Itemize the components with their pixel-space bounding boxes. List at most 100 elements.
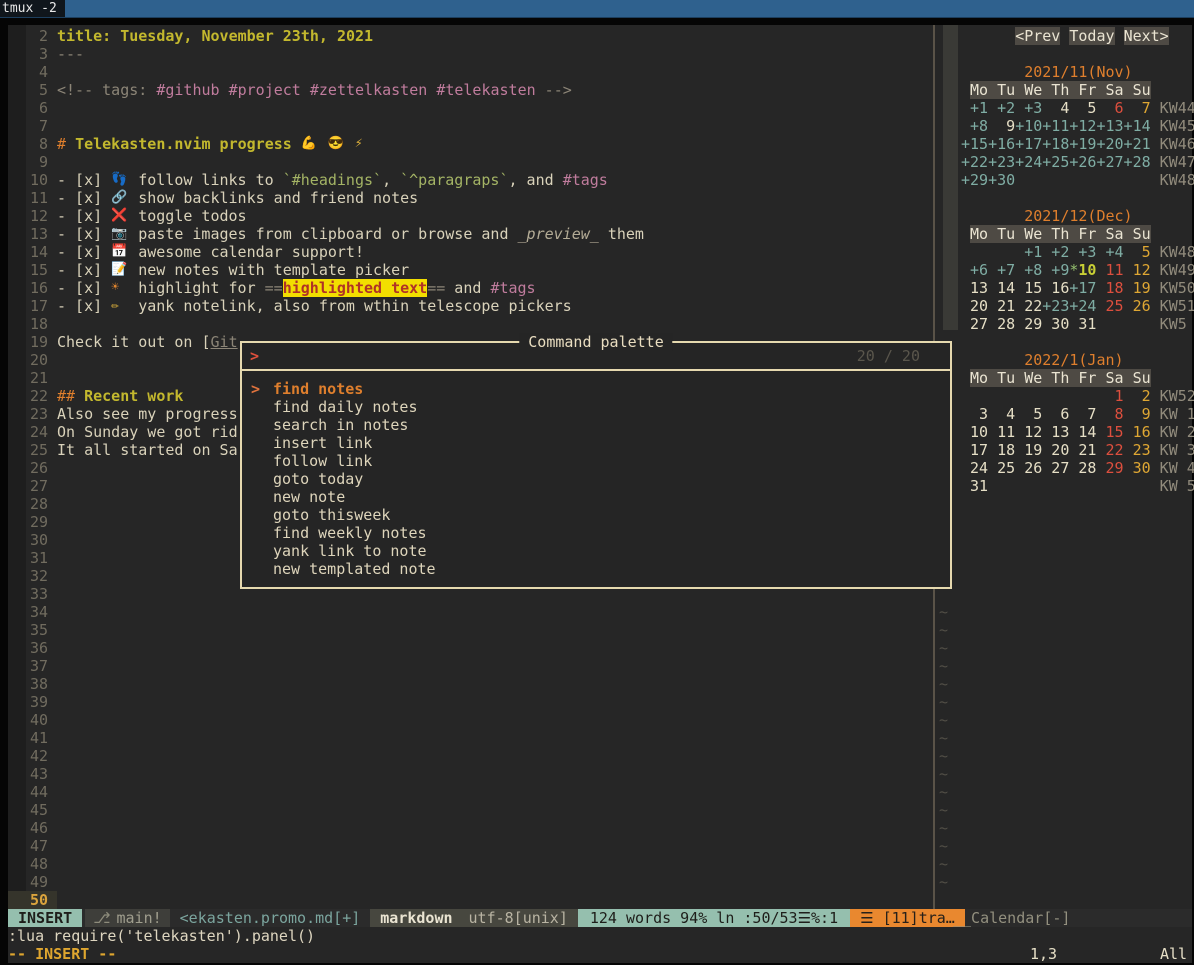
week-row[interactable]: 13 14 15 16+17 18 19 KW50 — [961, 279, 1194, 297]
calendar-day-saturday[interactable]: 8 — [1096, 405, 1123, 423]
calendar-day-saturday[interactable]: 18 — [1096, 279, 1123, 297]
editor-line[interactable]: 9 — [8, 153, 933, 171]
calendar-day-with-note[interactable]: +1 +2 +3 — [961, 99, 1042, 117]
palette-item[interactable]: >insert link — [246, 434, 950, 452]
palette-item[interactable]: >find notes — [246, 380, 950, 398]
palette-item[interactable]: >find daily notes — [246, 398, 950, 416]
calendar-scrollbar[interactable] — [943, 25, 958, 330]
palette-item[interactable]: >search in notes — [246, 416, 950, 434]
calendar-nav-button[interactable]: Next> — [1124, 27, 1169, 45]
week-row[interactable]: +6 +7 +8 +9*10 11 12 KW49 — [961, 261, 1194, 279]
editor-line[interactable]: 8# Telekasten.nvim progress 💪 😎 ⚡ — [8, 135, 933, 153]
calendar-day-saturday[interactable]: 29 — [1096, 459, 1123, 477]
week-row[interactable]: +1 +2 +3 +4 5 KW48 — [961, 243, 1194, 261]
palette-item[interactable]: >new note — [246, 488, 950, 506]
editor-line[interactable]: 45 — [8, 801, 933, 819]
calendar-today[interactable]: 10 — [1078, 261, 1096, 279]
editor-line[interactable]: 15- [x] 📝 new notes with template picker — [8, 261, 933, 279]
editor-line[interactable]: 18 — [8, 315, 933, 333]
calendar-day-saturday[interactable]: 6 — [1096, 99, 1123, 117]
editor-line[interactable]: 3--- — [8, 45, 933, 63]
calendar-day-sunday[interactable]: 7 — [1124, 99, 1151, 117]
editor-line[interactable]: 39 — [8, 693, 933, 711]
calendar-day-sunday[interactable]: 5 — [1124, 243, 1151, 261]
tag-link[interactable]: #project — [229, 81, 301, 99]
editor-line[interactable]: 44 — [8, 783, 933, 801]
calendar-day-saturday[interactable]: 22 — [1096, 441, 1123, 459]
calendar-day-sunday[interactable]: 12 — [1124, 261, 1151, 279]
editor-line[interactable]: 16- [x] ☀ highlight for ==highlighted te… — [8, 279, 933, 297]
calendar-day-sunday[interactable]: 23 — [1124, 441, 1151, 459]
calendar-day-sunday[interactable]: 19 — [1124, 279, 1151, 297]
editor-line[interactable]: 35 — [8, 621, 933, 639]
calendar-day-sunday[interactable]: 30 — [1124, 459, 1151, 477]
editor-line[interactable]: 4 — [8, 63, 933, 81]
week-row[interactable]: +1 +2 +3 4 5 6 7 KW44 — [961, 99, 1194, 117]
editor-line[interactable]: 49 — [8, 873, 933, 891]
week-row[interactable]: 17 18 19 20 21 22 23 KW 3 — [961, 441, 1194, 459]
calendar-day-sunday[interactable]: 2 — [1124, 387, 1151, 405]
week-row[interactable]: 1 2 KW52 — [961, 387, 1194, 405]
link[interactable]: Git — [211, 333, 238, 351]
calendar-day[interactable]: 4 5 — [1042, 99, 1096, 117]
editor-line[interactable]: 17- [x] ✏ yank notelink, also from wthin… — [8, 297, 933, 315]
palette-item[interactable]: >goto today — [246, 470, 950, 488]
editor-line[interactable]: 50 — [8, 891, 933, 909]
calendar-day-sunday[interactable]: 16 — [1124, 423, 1151, 441]
editor-line[interactable]: 46 — [8, 819, 933, 837]
calendar-nav-button[interactable]: Today — [1069, 27, 1114, 45]
palette-item[interactable]: >follow link — [246, 452, 950, 470]
editor-line[interactable]: 41 — [8, 729, 933, 747]
editor-line[interactable]: 34 — [8, 603, 933, 621]
tag-link[interactable]: #telekasten — [436, 81, 535, 99]
calendar-day-sunday[interactable]: 9 — [1124, 405, 1151, 423]
tag-link[interactable]: #zettelkasten — [310, 81, 427, 99]
editor-line[interactable]: 38 — [8, 675, 933, 693]
editor-line[interactable]: 36 — [8, 639, 933, 657]
calendar-day-with-note[interactable]: +17 — [1069, 279, 1096, 297]
editor-line[interactable]: 43 — [8, 765, 933, 783]
calendar-day[interactable]: 13 14 15 16 — [961, 279, 1069, 297]
week-row[interactable]: 20 21 22+23+24 25 26 KW51 — [961, 297, 1194, 315]
calendar-day-sunday[interactable]: 26 — [1124, 297, 1151, 315]
calendar-day-with-note[interactable]: +6 +7 +8 +9 — [961, 261, 1069, 279]
editor-line[interactable]: 14- [x] 📅 awesome calendar support! — [8, 243, 933, 261]
week-row[interactable]: +22+23+24+25+26+27+28 KW47 — [961, 153, 1194, 171]
week-row[interactable]: +15+16+17+18+19+20+21 KW46 — [961, 135, 1194, 153]
calendar-day-with-note[interactable]: +22+23+24+25+26+27+28 — [961, 153, 1151, 171]
week-row[interactable]: +29+30 KW48 — [961, 171, 1194, 189]
calendar-day-with-note[interactable]: +15+16+17+18+19+20+21 — [961, 135, 1151, 153]
calendar-day-with-note[interactable]: +29+30 — [961, 171, 1015, 189]
editor-line[interactable]: 42 — [8, 747, 933, 765]
editor-line[interactable]: 2title: Tuesday, November 23th, 2021 — [8, 27, 933, 45]
editor-line[interactable]: 12- [x] ❌ toggle todos — [8, 207, 933, 225]
week-row[interactable]: +8 9+10+11+12+13+14 KW45 — [961, 117, 1194, 135]
calendar-day-with-note[interactable]: +1 +2 +3 +4 — [1015, 243, 1123, 261]
calendar-day[interactable]: 9 — [988, 117, 1015, 135]
editor-line[interactable]: 5<!-- tags: #github #project #zettelkast… — [8, 81, 933, 99]
tag-link[interactable]: #tags — [563, 171, 608, 189]
week-row[interactable]: 27 28 29 30 31 KW5 — [961, 315, 1194, 333]
calendar-day-saturday[interactable]: 25 — [1096, 297, 1123, 315]
calendar-day[interactable]: 24 25 26 27 28 — [961, 459, 1096, 477]
editor-line[interactable]: 47 — [8, 837, 933, 855]
tag-link[interactable]: #tags — [490, 279, 535, 297]
week-row[interactable]: 24 25 26 27 28 29 30 KW 4 — [961, 459, 1194, 477]
palette-item[interactable]: >yank link to note — [246, 542, 950, 560]
editor-line[interactable]: 40 — [8, 711, 933, 729]
palette-item[interactable]: >new templated note — [246, 560, 950, 578]
palette-item[interactable]: >goto thisweek — [246, 506, 950, 524]
calendar-day-with-note[interactable]: +23+24 — [1042, 297, 1096, 315]
palette-item[interactable]: >find weekly notes — [246, 524, 950, 542]
editor-line[interactable]: 13- [x] 📷 paste images from clipboard or… — [8, 225, 933, 243]
calendar-day[interactable]: 20 21 22 — [961, 297, 1042, 315]
editor-line[interactable]: 11- [x] 🔗 show backlinks and friend note… — [8, 189, 933, 207]
editor-line[interactable]: 10- [x] 👣 follow links to `#headings`, `… — [8, 171, 933, 189]
calendar-day[interactable]: 3 4 5 6 7 — [961, 405, 1096, 423]
calendar-day[interactable]: 10 11 12 13 14 — [961, 423, 1096, 441]
calendar-day-saturday[interactable]: 15 — [1096, 423, 1123, 441]
calendar-day-saturday[interactable]: 1 — [1096, 387, 1123, 405]
week-row[interactable]: 10 11 12 13 14 15 16 KW 2 — [961, 423, 1194, 441]
calendar-day[interactable]: 27 28 29 30 31 — [961, 315, 1096, 333]
week-row[interactable]: 3 4 5 6 7 8 9 KW 1 — [961, 405, 1194, 423]
